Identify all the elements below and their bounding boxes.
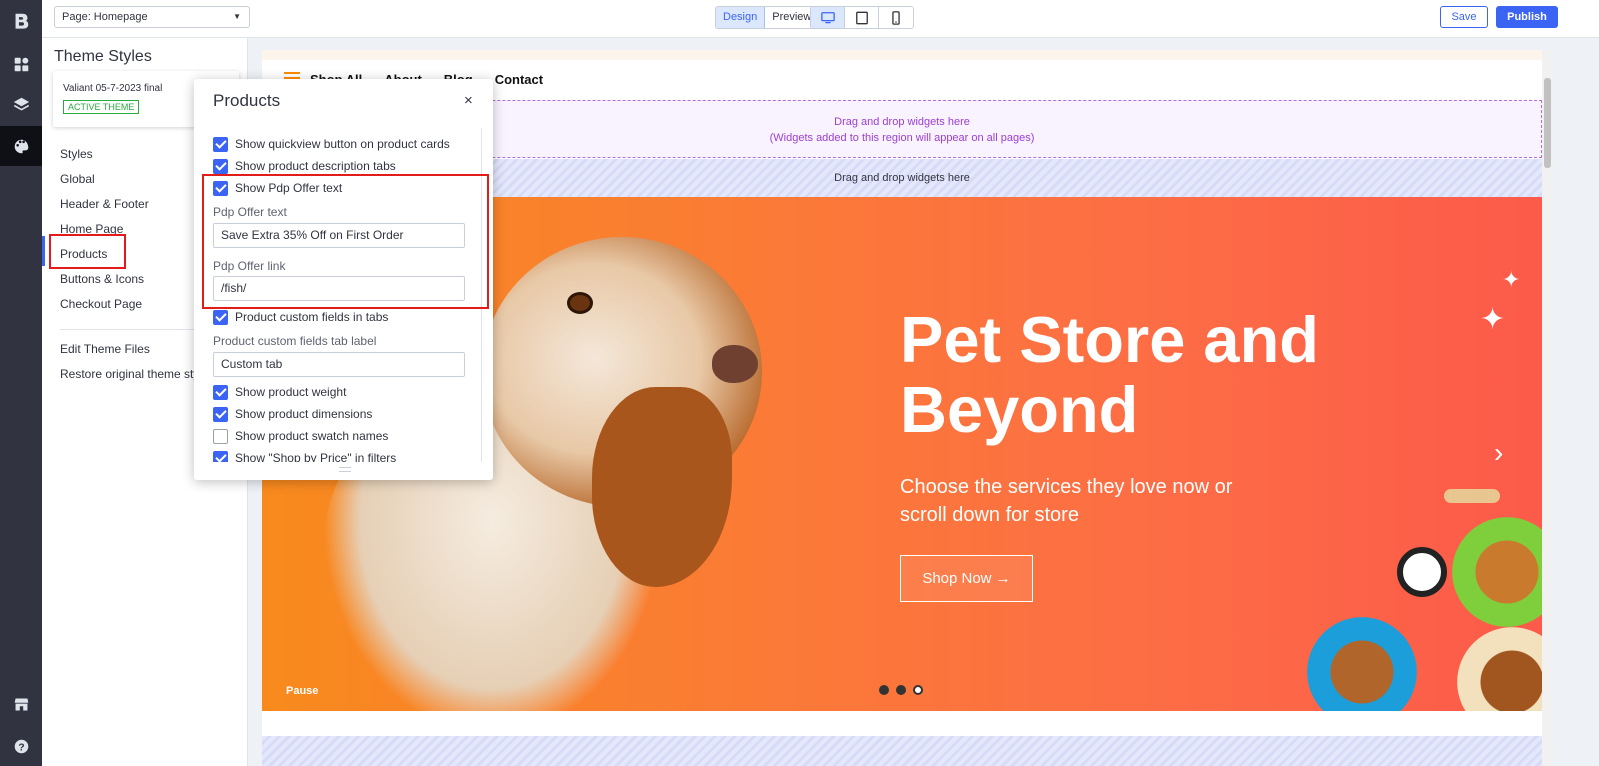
food-bowl-image bbox=[1307, 617, 1417, 711]
checkbox-label: Show product dimensions bbox=[235, 407, 373, 421]
slide-dot[interactable] bbox=[896, 685, 906, 695]
hero-subtitle: Choose the services they love now or scr… bbox=[900, 476, 1233, 526]
products-highlight-box bbox=[49, 234, 126, 269]
nav-link-contact[interactable]: Contact bbox=[495, 72, 543, 87]
pause-button[interactable]: Pause bbox=[286, 685, 318, 697]
scrollbar-thumb[interactable] bbox=[1544, 78, 1551, 168]
dog-eye-image bbox=[567, 292, 593, 314]
shop-by-price-checkbox[interactable]: Show "Shop by Price" in filters bbox=[213, 448, 396, 462]
custom-tab-input[interactable]: Custom tab bbox=[213, 352, 465, 377]
hero-title: Pet Store and Beyond bbox=[900, 303, 1319, 446]
swatch-names-checkbox[interactable]: Show product swatch names bbox=[213, 426, 388, 446]
slide-dot[interactable] bbox=[879, 685, 889, 695]
checkbox-label: Show "Shop by Price" in filters bbox=[235, 451, 397, 462]
product-dimensions-checkbox[interactable]: Show product dimensions bbox=[213, 404, 372, 424]
tablet-view-icon[interactable] bbox=[845, 7, 879, 28]
checkbox-checked[interactable] bbox=[213, 384, 228, 400]
active-item-indicator bbox=[42, 236, 45, 266]
menu-icon[interactable] bbox=[284, 72, 300, 74]
publish-button[interactable]: Publish bbox=[1496, 6, 1558, 28]
checkbox-label: Product custom fields in tabs bbox=[235, 310, 389, 324]
checkbox-label: Show product description tabs bbox=[235, 159, 396, 173]
description-tabs-checkbox[interactable]: Show product description tabs bbox=[213, 156, 396, 176]
checkbox-label: Show product weight bbox=[235, 385, 347, 399]
mobile-view-icon[interactable] bbox=[879, 7, 913, 28]
close-icon[interactable]: × bbox=[464, 92, 473, 109]
top-bar: Page: Homepage ▼ Design Preview Save Pub… bbox=[42, 0, 1599, 38]
resize-grip-icon[interactable] bbox=[339, 467, 351, 472]
design-mode-button[interactable]: Design bbox=[716, 7, 766, 28]
page-select-value: Page: Homepage bbox=[62, 11, 148, 23]
device-toggle bbox=[810, 6, 914, 29]
dropzone-text: Drag and drop widgets here bbox=[834, 172, 970, 184]
checkbox-unchecked[interactable] bbox=[213, 428, 228, 444]
bottom-widget-dropzone[interactable] bbox=[262, 736, 1542, 766]
product-weight-checkbox[interactable]: Show product weight bbox=[213, 382, 346, 402]
active-theme-badge: ACTIVE THEME bbox=[63, 100, 140, 114]
checkbox-label: Show quickview button on product cards bbox=[235, 137, 450, 151]
custom-tab-label: Product custom fields tab label bbox=[213, 334, 377, 348]
panel-title: Products bbox=[213, 91, 281, 110]
mode-toggle: Design Preview bbox=[715, 6, 820, 29]
checkbox-checked[interactable] bbox=[213, 450, 228, 462]
shop-now-button[interactable]: Shop Now → bbox=[900, 555, 1033, 602]
svg-text:?: ? bbox=[18, 742, 24, 753]
checkbox-checked[interactable] bbox=[213, 309, 228, 325]
checkbox-checked[interactable] bbox=[213, 136, 228, 152]
theme-name: Valiant 05-7-2023 final bbox=[63, 83, 163, 94]
pdp-offer-highlight-box bbox=[202, 174, 489, 309]
page-select[interactable]: Page: Homepage ▼ bbox=[54, 6, 250, 28]
save-button[interactable]: Save bbox=[1440, 6, 1488, 28]
bigcommerce-logo-icon[interactable] bbox=[0, 0, 42, 40]
storefront-icon[interactable] bbox=[0, 684, 42, 724]
dashboard-icon[interactable] bbox=[0, 44, 42, 84]
chevron-down-icon: ▼ bbox=[233, 12, 241, 21]
palette-icon[interactable] bbox=[0, 126, 42, 166]
bone-treat-image bbox=[1444, 489, 1500, 503]
help-icon[interactable]: ? bbox=[0, 726, 42, 766]
slide-dots bbox=[879, 685, 923, 695]
next-slide-icon[interactable]: › bbox=[1494, 437, 1503, 469]
sparkle-icon: ✦ bbox=[1502, 267, 1521, 292]
layers-icon[interactable] bbox=[0, 84, 42, 124]
desktop-view-icon[interactable] bbox=[811, 7, 845, 28]
food-bowl-image bbox=[1457, 627, 1542, 711]
sparkle-icon: ✦ bbox=[1480, 303, 1506, 336]
sidebar-title: Theme Styles bbox=[54, 48, 152, 65]
dog-ear-image bbox=[592, 387, 732, 587]
checkbox-label: Show product swatch names bbox=[235, 429, 389, 443]
quickview-checkbox[interactable]: Show quickview button on product cards bbox=[213, 134, 450, 154]
left-rail: ? bbox=[0, 0, 42, 766]
ball-image bbox=[1397, 547, 1447, 597]
checkbox-checked[interactable] bbox=[213, 406, 228, 422]
preview-scrollbar[interactable] bbox=[1542, 50, 1553, 766]
dog-nose-image bbox=[712, 345, 758, 383]
custom-fields-checkbox[interactable]: Product custom fields in tabs bbox=[213, 307, 388, 327]
food-bowl-image bbox=[1452, 517, 1542, 627]
slide-dot-current[interactable] bbox=[913, 685, 923, 695]
checkbox-checked[interactable] bbox=[213, 158, 228, 174]
